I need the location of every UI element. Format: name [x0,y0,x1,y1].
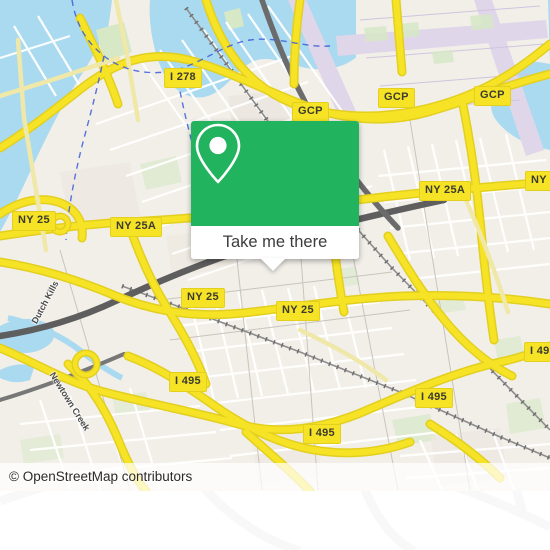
footer-bar: Woodside Mini Mall, New York City moovit [0,491,550,550]
road-shield: NY 25 [276,301,320,321]
road-shield: NY [525,171,550,191]
popup-pointer [260,258,286,271]
osm-attribution[interactable]: © OpenStreetMap contributors [9,469,192,484]
road-shield: I 495 [303,424,341,444]
road-shield: NY 25 [181,288,225,308]
road-shield: GCP [378,88,415,108]
place-popup-card[interactable]: Take me there [191,121,359,259]
road-shield: I 278 [164,68,202,88]
road-shield: I 495 [415,388,453,408]
take-me-there-label: Take me there [222,233,328,251]
road-shield: GCP [292,102,329,122]
road-shield: NY 25A [419,181,472,201]
footer-map-watermark [0,491,550,550]
map-canvas[interactable]: I 278 GCP GCP GCP NY 25A NY NY 25 NY 25A NY 25 NY… [0,0,550,491]
road-shield: I 495 [169,372,207,392]
popup-header [191,121,359,226]
map-share-card: I 278 GCP GCP GCP NY 25A NY NY 25 NY 25A NY 25 NY… [0,0,550,550]
road-shield: NY 25 [12,211,56,231]
map-pin-icon [195,123,241,184]
popup-action-bar[interactable]: Take me there [191,226,359,259]
road-shield: GCP [474,86,511,106]
road-shield: NY 25A [110,217,163,237]
road-shield: I 495 [524,342,550,362]
